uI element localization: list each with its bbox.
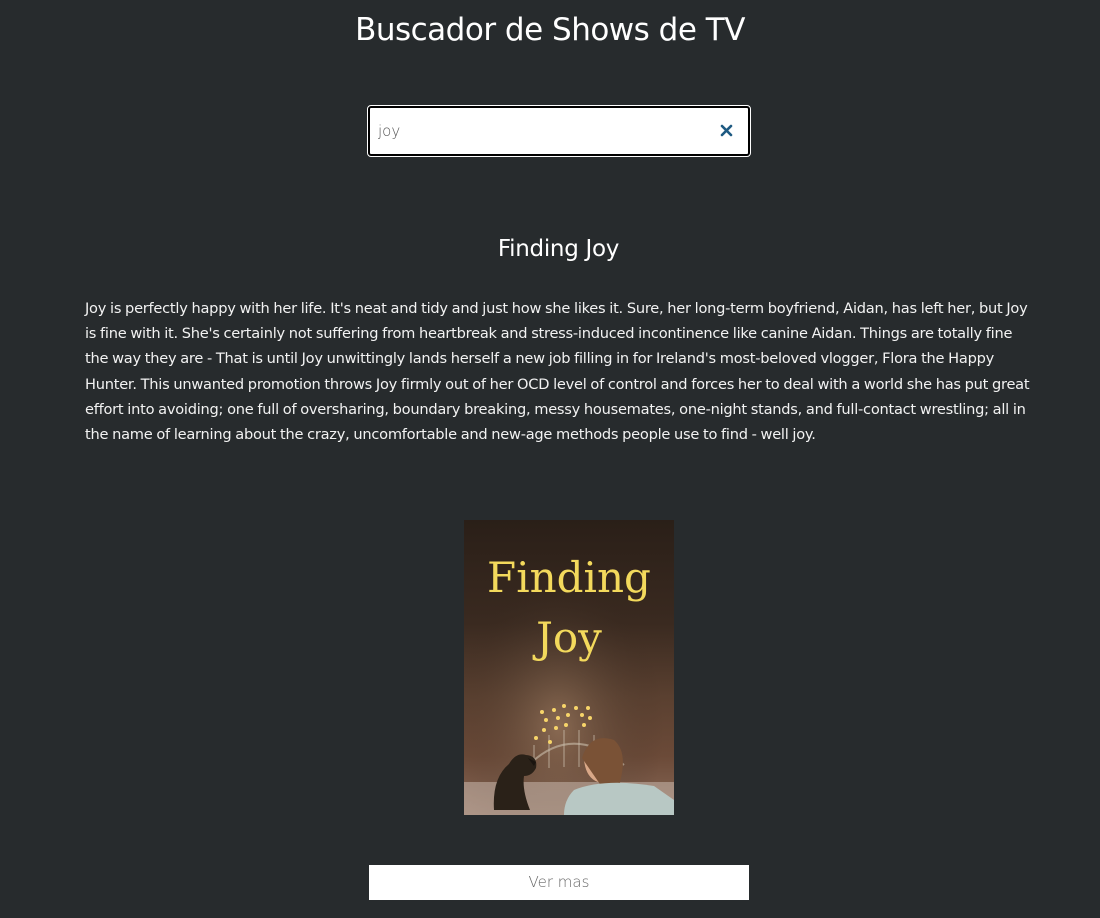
view-more-button[interactable]: Ver mas — [369, 865, 749, 900]
poster-title-line1: Finding — [487, 553, 651, 602]
show-poster: Finding Joy — [464, 520, 674, 815]
search-input[interactable] — [378, 108, 708, 154]
search-box[interactable] — [367, 105, 751, 157]
close-icon[interactable] — [718, 120, 736, 142]
poster-title-line2: Joy — [536, 613, 602, 662]
show-summary: Joy is perfectly happy with her life. It… — [85, 300, 1030, 444]
show-title: Finding Joy — [497, 236, 620, 262]
page-title: Buscador de Shows de TV — [355, 12, 745, 48]
poster-title: Finding Joy — [464, 548, 674, 668]
page: Buscador de Shows de TV Finding Joy Joy … — [0, 0, 1100, 918]
